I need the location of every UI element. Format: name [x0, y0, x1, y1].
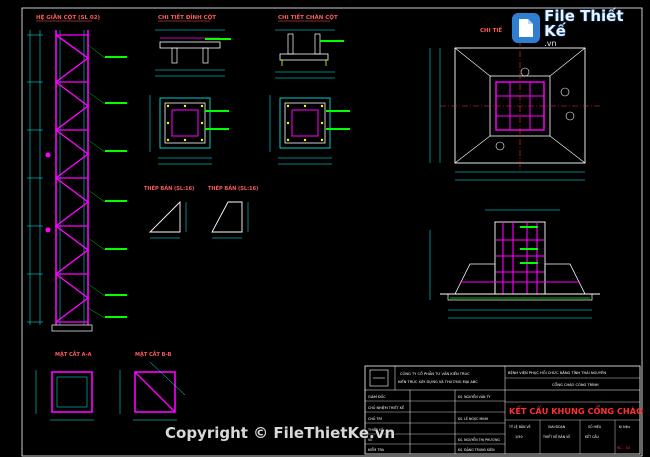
column-base-detail: CHI TIẾT CHÂN CỘT [269, 13, 350, 165]
label-chi-tiet-dinh-cot: CHI TIẾT ĐỈNH CỘT [158, 13, 216, 21]
column-top-detail: CHI TIẾT ĐỈNH CỘT [149, 13, 231, 165]
label-thep-ban-1: THÉP BẢN (SL:16) [144, 184, 194, 192]
tb-drawing-title: KẾT CẤU KHUNG CỔNG CHÀO [509, 404, 643, 416]
tb-company-sub: KIẾN TRÚC XÂY DỰNG VÀ THƯƠNG MẠI ABC [398, 378, 478, 384]
tb-cell-phase-label: GIAI ĐOẠN [548, 425, 566, 429]
foundation-section [429, 209, 600, 319]
title-block: CÔNG TY CỔ PHẦN TƯ VẤN KIẾN TRÚC KIẾN TR… [364, 365, 643, 455]
tb-client: BỆNH VIỆN PHỤC HỒI CHỨC NĂNG TỈNH THÁI N… [508, 370, 606, 375]
sections-aa-bb: MẶT CẮT A-A MẶT CẮT B-B [35, 350, 186, 421]
label-thep-ban-2: THÉP BẢN (SL:16) [208, 184, 258, 192]
tb-project: CỔNG CHÀO CÔNG TRÌNH [552, 382, 599, 387]
tb-row-mid-1: KS. NGUYỄN VĂN TÝ [458, 394, 490, 399]
column-truss-elevation: HỆ GIẰN CỘT (SL 02) [27, 13, 127, 332]
file-icon [512, 13, 541, 43]
label-chi-tiet-mong: CHI TIẾ [480, 26, 502, 34]
tb-cell-scale-label: TỶ LỆ BẢN VẼ [508, 424, 531, 429]
tb-cell-number-label: SỐ HIỆU [588, 424, 602, 429]
cad-drawing-canvas: HỆ GIẰN CỘT (SL 02) CHI TIẾT ĐỈNH CỘT CH… [21, 7, 643, 457]
tb-row-mid-5: KS. NGUYỄN THỊ PHƯƠNG [458, 437, 500, 442]
tb-company: CÔNG TY CỔ PHẦN TƯ VẤN KIẾN TRÚC [400, 370, 470, 376]
label-mat-cat-aa: MẶT CẮT A-A [55, 350, 92, 358]
tb-cell-number-value: KẾT CẤU [585, 433, 599, 439]
tb-row-left-6: KIỂM TRA [368, 447, 385, 452]
watermark-logo: File Thiết Kế .vn [512, 6, 644, 48]
logo-sub: .vn [544, 38, 557, 48]
tb-row-left-2: CHỦ NHIỆM THIẾT KẾ [368, 404, 405, 410]
label-chi-tiet-chan-cot: CHI TIẾT CHÂN CỘT [278, 13, 338, 21]
tb-cell-phase-value: THIẾT KẾ BẢN VẼ [542, 433, 570, 439]
tb-row-mid-6: KS. ĐẶNG TRUNG KIÊN [458, 447, 495, 452]
foundation-plan: CHI TIẾ [429, 26, 600, 181]
tb-row-left-1: GIÁM ĐỐC [368, 394, 386, 399]
tb-row-mid-3: KS. LÊ NGỌC MINH [458, 416, 489, 421]
tb-cell-code-label: Kí hiệu [619, 425, 630, 429]
gusset-plates: THÉP BẢN (SL:16) THÉP BẢN (SL:16) [144, 184, 258, 239]
tb-row-left-3: CHỦ TRÌ [368, 416, 382, 421]
copyright-watermark: Copyright © FileThietKe.vn [165, 424, 396, 442]
tb-cell-scale-value: 1/50 [515, 435, 523, 439]
tb-cell-code-value: KC - 02 [617, 445, 631, 450]
label-he-gian-cot: HỆ GIẰN CỘT (SL 02) [36, 13, 101, 21]
label-mat-cat-bb: MẶT CẮT B-B [135, 350, 172, 358]
sheet-border [21, 7, 643, 457]
logo-text: File Thiết Kế [544, 6, 624, 40]
